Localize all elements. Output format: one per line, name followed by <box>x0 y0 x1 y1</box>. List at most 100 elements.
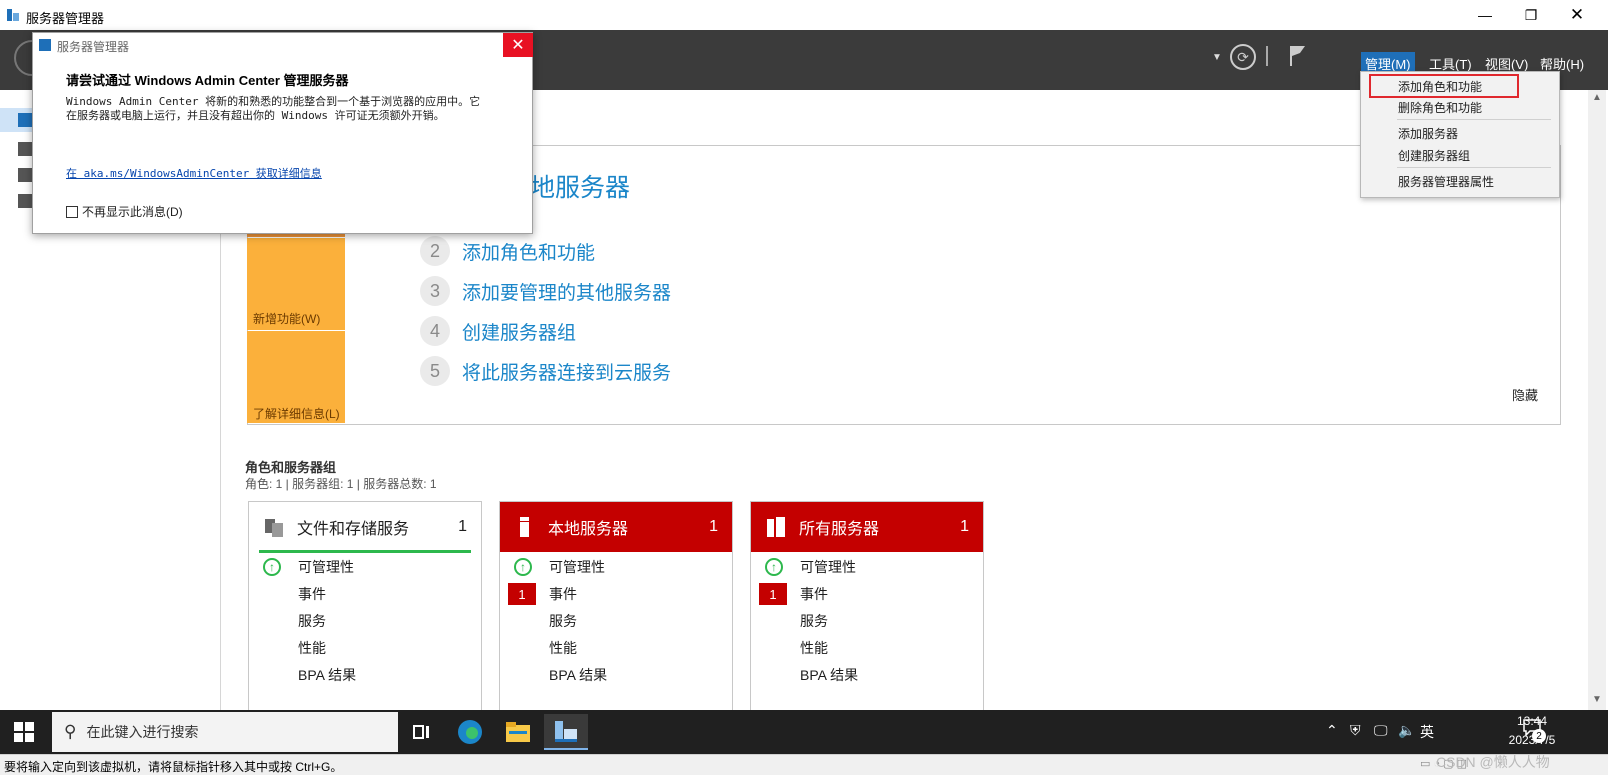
menu-item-create-group[interactable]: 创建服务器组 <box>1369 147 1551 164</box>
tile-title: 所有服务器 <box>799 521 880 538</box>
edge-button[interactable] <box>448 714 492 750</box>
dashboard-icon <box>18 113 32 127</box>
server-icon <box>520 517 529 537</box>
vertical-scrollbar[interactable]: ▲ ▼ <box>1588 90 1606 710</box>
action-center-button[interactable]: 2 <box>1522 718 1546 744</box>
menu-item-add-roles[interactable]: 添加角色和功能 <box>1369 78 1551 95</box>
scroll-down-icon[interactable]: ▼ <box>1592 694 1602 705</box>
divider <box>1266 46 1268 66</box>
volume-icon[interactable]: 🔈 <box>1398 722 1415 739</box>
tile-header[interactable]: 本地服务器 1 <box>500 502 732 552</box>
tile-row-bpa[interactable]: BPA 结果 <box>751 662 983 688</box>
tile-header[interactable]: 所有服务器 1 <box>751 502 983 552</box>
step-link[interactable]: 将此服务器连接到云服务 <box>462 358 671 385</box>
refresh-icon[interactable]: ⟳ <box>1230 44 1256 70</box>
menu-separator <box>1397 119 1551 120</box>
quickstart-heading[interactable]: 地服务器 <box>530 168 630 204</box>
row-label: BPA 结果 <box>549 667 608 683</box>
notification-count-badge: 2 <box>1532 729 1546 743</box>
server-manager-icon <box>7 9 19 21</box>
tile-row-manageability[interactable]: ↑ 可管理性 <box>249 554 481 580</box>
row-label: 服务 <box>800 613 828 629</box>
security-icon[interactable]: ⛨ <box>1350 722 1361 739</box>
tile-row-performance[interactable]: 性能 <box>751 635 983 661</box>
quickstart-step[interactable]: 4 创建服务器组 <box>420 316 576 346</box>
quickstart-step[interactable]: 5 将此服务器连接到云服务 <box>420 356 671 386</box>
tile-row-bpa[interactable]: BPA 结果 <box>500 662 732 688</box>
status-text: 要将输入定向到该虚拟机，请将鼠标指针移入其中或按 Ctrl+G。 <box>4 760 343 774</box>
tile-row-services[interactable]: 服务 <box>249 608 481 634</box>
tile-count: 1 <box>960 518 969 535</box>
tile-row-performance[interactable]: 性能 <box>500 635 732 661</box>
show-hidden-icons[interactable]: ⌃ <box>1326 722 1338 739</box>
step-link[interactable]: 添加角色和功能 <box>462 238 595 265</box>
tile-title: 本地服务器 <box>548 521 629 538</box>
popup-body-line: Windows Admin Center 将新的和熟悉的功能整合到一个基于浏览器… <box>66 95 481 108</box>
alert-count-badge: 1 <box>508 583 536 605</box>
step-link[interactable]: 创建服务器组 <box>462 318 576 345</box>
tile-row-services[interactable]: 服务 <box>500 608 732 634</box>
new-features-tab[interactable]: 新增功能(W) <box>247 238 345 330</box>
taskbar-search-box[interactable]: ⚲ 在此键入进行搜索 <box>52 712 398 752</box>
window-title: 服务器管理器 <box>26 11 105 26</box>
minimize-button[interactable]: — <box>1462 0 1508 30</box>
server-manager-icon <box>555 721 577 742</box>
edge-icon <box>458 720 482 744</box>
role-tile-local-server[interactable]: 本地服务器 1 ↑ 可管理性 1 事件 服务 性能 BPA 结果 <box>499 501 733 713</box>
restore-button[interactable]: ❐ <box>1508 0 1554 30</box>
search-icon: ⚲ <box>64 722 77 741</box>
menu-item-properties[interactable]: 服务器管理器属性 <box>1369 173 1551 190</box>
network-icon[interactable]: 🖵 <box>1374 722 1388 739</box>
close-button[interactable]: ✕ <box>1554 0 1600 30</box>
chevron-down-icon[interactable]: ▼ <box>1212 52 1222 63</box>
nav-item-local-server[interactable] <box>18 142 32 156</box>
folder-icon <box>506 722 530 742</box>
ok-status-icon: ↑ <box>765 558 783 576</box>
role-tile-all-servers[interactable]: 所有服务器 1 ↑ 可管理性 1 事件 服务 性能 BPA 结果 <box>750 501 984 713</box>
checkbox-box[interactable] <box>66 205 78 218</box>
tile-row-events[interactable]: 1 事件 <box>751 581 983 607</box>
roles-summary: 角色: 1 | 服务器组: 1 | 服务器总数: 1 <box>245 477 437 491</box>
windows-start-icon[interactable] <box>14 722 34 742</box>
tile-row-manageability[interactable]: ↑ 可管理性 <box>751 554 983 580</box>
dont-show-again-checkbox[interactable]: 不再显示此消息(D) <box>66 203 183 220</box>
tile-row-manageability[interactable]: ↑ 可管理性 <box>500 554 732 580</box>
task-view-icon <box>413 725 429 739</box>
menu-item-add-servers[interactable]: 添加服务器 <box>1369 125 1551 142</box>
menu-item-remove-roles[interactable]: 删除角色和功能 <box>1369 99 1551 116</box>
tile-row-services[interactable]: 服务 <box>751 608 983 634</box>
wac-popup-dialog: 服务器管理器 ✕ 请尝试通过 Windows Admin Center 管理服务… <box>32 32 533 234</box>
task-view-button[interactable] <box>400 714 444 750</box>
step-link[interactable]: 添加要管理的其他服务器 <box>462 278 671 305</box>
input-method-indicator[interactable]: 英 <box>1420 722 1434 742</box>
tile-row-performance[interactable]: 性能 <box>249 635 481 661</box>
row-label: BPA 结果 <box>298 667 357 683</box>
popup-more-info-link[interactable]: 在 aka.ms/WindowsAdminCenter 获取详细信息 <box>66 165 322 181</box>
vm-status-bar: 要将输入定向到该虚拟机，请将鼠标指针移入其中或按 Ctrl+G。 ▭ ◔ ▢ ◫ <box>0 754 1608 775</box>
learn-more-tab[interactable]: 了解详细信息(L) <box>247 331 345 423</box>
tile-header[interactable]: 文件和存储服务 1 <box>249 502 481 552</box>
nav-item-all-servers[interactable] <box>18 168 32 182</box>
tile-row-events[interactable]: 事件 <box>249 581 481 607</box>
scroll-up-icon[interactable]: ▲ <box>1592 92 1602 103</box>
tile-count: 1 <box>709 518 718 535</box>
role-tile-file-storage[interactable]: 文件和存储服务 1 ↑ 可管理性 事件 服务 性能 BPA 结果 <box>248 501 482 713</box>
quickstart-step[interactable]: 2 添加角色和功能 <box>420 236 595 266</box>
learn-more-label: 了解详细信息(L) <box>253 407 340 421</box>
quickstart-step[interactable]: 3 添加要管理的其他服务器 <box>420 276 671 306</box>
server-manager-taskbar-button[interactable] <box>544 714 588 750</box>
tile-row-bpa[interactable]: BPA 结果 <box>249 662 481 688</box>
hide-link[interactable]: 隐藏 <box>1512 385 1538 404</box>
tile-row-events[interactable]: 1 事件 <box>500 581 732 607</box>
popup-body: Windows Admin Center 将新的和熟悉的功能整合到一个基于浏览器… <box>66 95 506 123</box>
ok-status-icon: ↑ <box>514 558 532 576</box>
row-label: 服务 <box>298 613 326 629</box>
nav-item-file-storage[interactable] <box>18 194 32 208</box>
popup-close-button[interactable]: ✕ <box>503 33 533 57</box>
file-explorer-button[interactable] <box>496 714 540 750</box>
row-label: 可管理性 <box>298 559 354 575</box>
row-label: 事件 <box>800 586 828 602</box>
notification-flag-icon[interactable] <box>1288 44 1308 68</box>
step-number: 5 <box>420 356 450 386</box>
tile-status-bar <box>259 550 471 553</box>
